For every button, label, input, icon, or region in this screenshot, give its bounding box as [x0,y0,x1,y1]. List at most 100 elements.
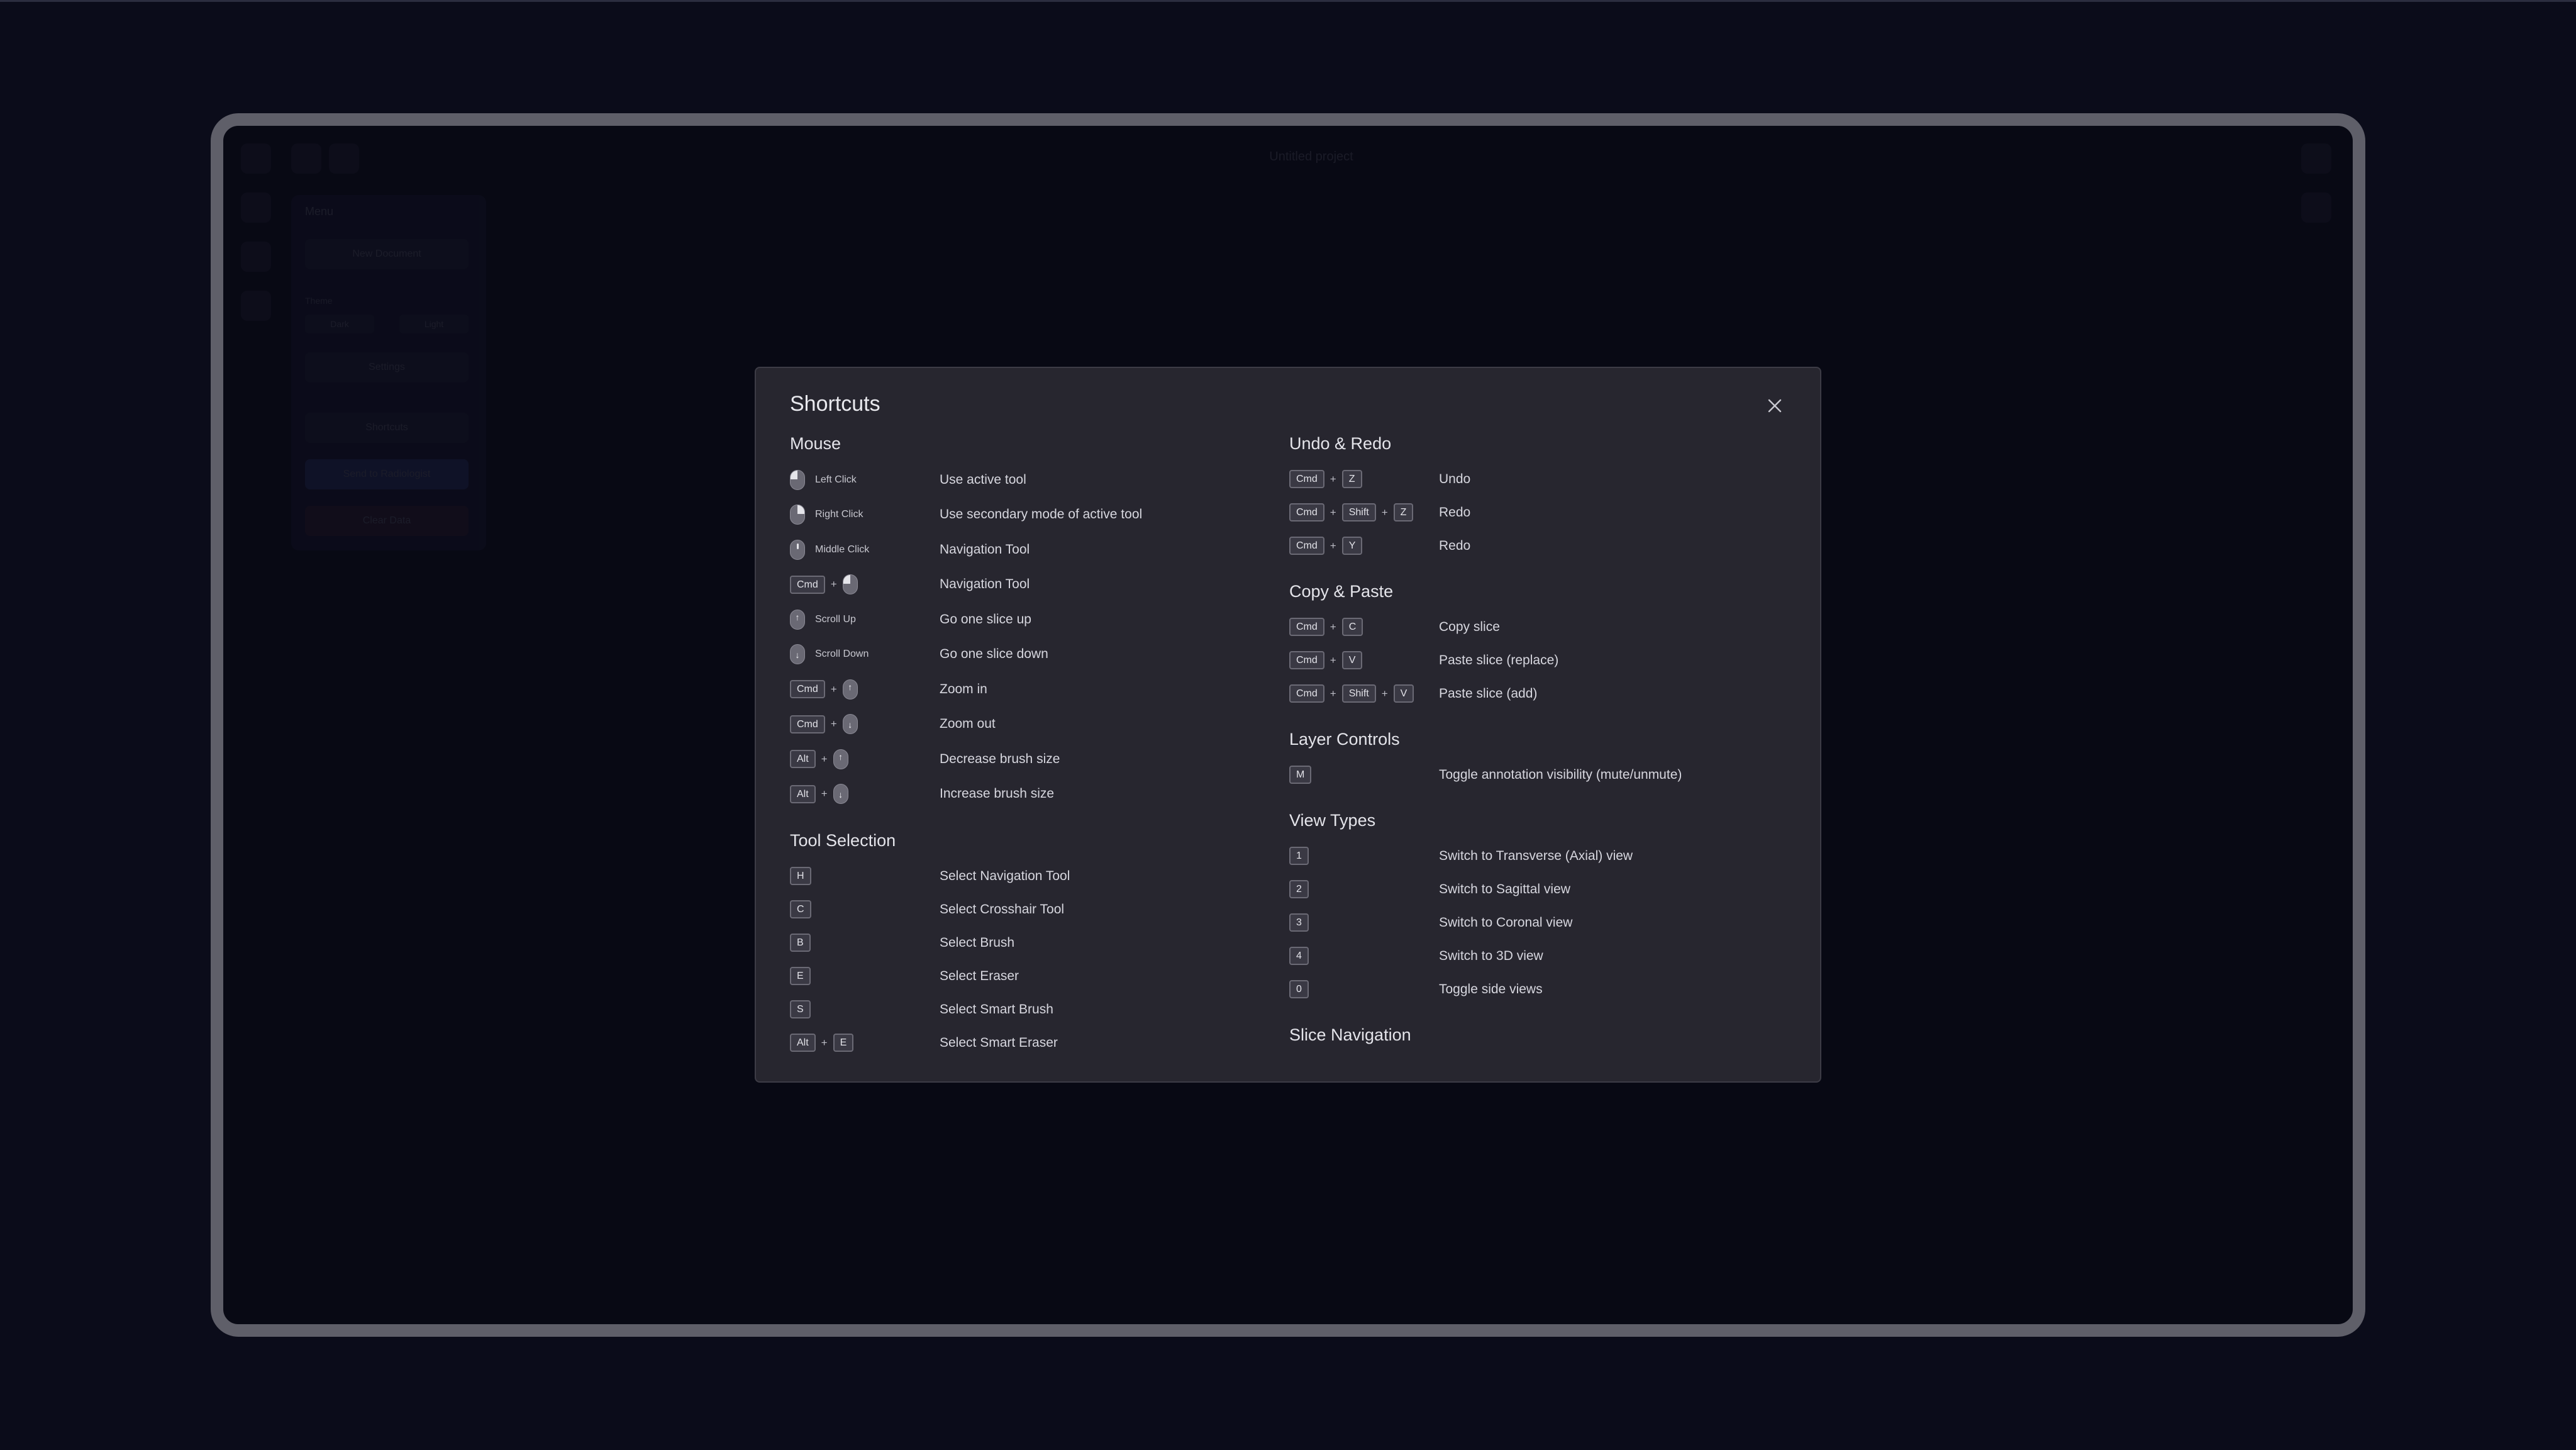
plus-sign: + [1330,539,1336,552]
shortcut-row: Cmd + Shift + V Paste slice (add) [1289,677,1767,710]
key-cap: Cmd [1289,470,1324,488]
section-copy-paste: Copy & Paste Cmd + C Copy slice Cmd + V Paste sl… [1289,579,1767,710]
key-cap: Z [1341,470,1362,488]
shortcut-keys: Middle Click [790,532,869,567]
mouse-left-click-icon [790,469,805,490]
key-cap: Cmd [790,575,825,594]
page-top-border [0,0,2576,2]
shortcut-keys: 4 [1289,939,1309,973]
mouse-middle-click-icon [790,539,805,560]
shortcuts-modal: Shortcuts Mouse Left Click Use active tool… [755,367,1821,1083]
shortcut-keys: Cmd + [790,567,858,603]
key-cap: Cmd [1289,684,1324,703]
key-cap: V [1393,684,1414,703]
section-mouse: Mouse Left Click Use active tool Right Clic… [790,431,1268,811]
section-undo-redo: Undo & Redo Cmd + Z Undo Cmd + Shift + Z Redo Cmd + Y… [1289,431,1767,562]
section-title: Undo & Redo [1289,434,1392,453]
shortcut-row: 0 Toggle side views [1289,973,1767,1006]
shortcut-row: Cmd + Y Redo [1289,529,1767,562]
key-cap: B [790,934,811,952]
shortcut-row: Cmd + Z Undo [1289,462,1767,496]
shortcut-row: Cmd + Zoom in [790,672,1268,707]
key-cap: S [790,1000,811,1018]
plus-sign: + [1330,654,1336,666]
key-cap: Cmd [790,715,825,733]
page: Untitled project Menu New Document Theme… [0,0,2576,1450]
shortcut-description: Switch to Sagittal view [1439,881,1570,896]
section-title: Slice Navigation [1289,1025,1411,1044]
shortcut-row: Alt + Increase brush size [790,777,1268,812]
shortcut-keys: Cmd + Shift + Z [1289,496,1414,529]
shortcut-keys: Alt + E [790,1026,854,1059]
shortcut-keys: 2 [1289,873,1309,906]
shortcut-keys: 0 [1289,973,1309,1006]
shortcut-row: Left Click Use active tool [790,462,1268,498]
shortcut-keys: Cmd + V [1289,644,1363,677]
shortcut-keys: Scroll Up [790,602,856,637]
section-title: Tool Selection [790,831,896,850]
shortcut-keys: Cmd + Shift + V [1289,677,1414,710]
shortcut-row: Cmd + Zoom out [790,707,1268,742]
shortcut-row: 4 Switch to 3D view [1289,939,1767,973]
modal-body: Mouse Left Click Use active tool Right Clic… [790,431,1795,1059]
key-cap: 0 [1289,980,1309,998]
shortcut-description: Increase brush size [940,786,1055,801]
shortcut-description: Redo [1439,505,1471,520]
key-cap: C [790,900,811,918]
key-cap: Y [1341,537,1363,555]
key-cap: Alt [790,750,816,769]
shortcut-row: Cmd + C Copy slice [1289,610,1767,644]
mouse-scroll-up-icon [842,679,858,700]
shortcut-keys: Cmd + Z [1289,462,1362,496]
mouse-scroll-down-icon [842,714,858,735]
key-cap: E [833,1034,854,1052]
mouse-scroll-up-icon [833,749,848,769]
key-cap: 4 [1289,947,1309,965]
key-cap: H [790,867,811,885]
shortcut-description: Select Navigation Tool [940,868,1070,883]
shortcut-row: Right Click Use secondary mode of active … [790,498,1268,533]
mouse-left-click-icon [842,574,858,595]
shortcut-row: Alt + Decrease brush size [790,742,1268,777]
shortcut-description: Zoom out [940,717,996,732]
mouse-right-click-icon [790,505,805,525]
section-layer-controls: Layer Controls M Toggle annotation visibil… [1289,727,1767,791]
key-cap: V [1341,651,1363,669]
shortcut-keys: Right Click [790,498,863,533]
shortcut-description: Select Eraser [940,968,1019,983]
shortcut-description: Select Smart Brush [940,1001,1053,1017]
plus-sign: + [821,788,828,800]
shortcut-description: Go one slice up [940,611,1031,627]
plus-sign: + [1381,687,1388,700]
plus-sign: + [830,718,837,730]
mouse-scroll-up-icon [790,609,805,630]
shortcut-row: Cmd + Navigation Tool [790,567,1268,603]
shortcut-keys: E [790,959,811,993]
shortcut-description: Zoom in [940,681,987,696]
shortcut-row: M Toggle annotation visibility (mute/unmu… [1289,758,1767,791]
shortcut-description: Toggle annotation visibility (mute/unmut… [1439,767,1682,782]
shortcut-keys: Cmd + C [1289,610,1363,644]
key-cap: Shift [1341,684,1376,703]
shortcut-description: Decrease brush size [940,751,1060,766]
key-cap: Alt [790,784,816,803]
shortcut-keys: C [790,893,811,926]
plus-sign: + [830,683,837,695]
shortcut-row: 3 Switch to Coronal view [1289,906,1767,939]
key-cap: 2 [1289,880,1309,898]
shortcut-description: Select Smart Eraser [940,1035,1058,1050]
key-cap: Z [1393,503,1414,521]
key-cap: Cmd [790,680,825,699]
close-button[interactable] [1763,394,1786,417]
key-cap: E [790,967,811,985]
plus-sign: + [1330,506,1336,518]
mouse-scroll-down-icon [790,644,805,665]
modal-title: Shortcuts [790,392,880,416]
key-cap: 1 [1289,847,1309,865]
key-cap: C [1341,618,1363,636]
shortcut-row: 1 Switch to Transverse (Axial) view [1289,839,1767,873]
key-cap: Cmd [1289,618,1324,636]
shortcut-description: Paste slice (replace) [1439,652,1559,667]
key-cap: 3 [1289,913,1309,932]
shortcut-description: Use secondary mode of active tool [940,507,1143,522]
